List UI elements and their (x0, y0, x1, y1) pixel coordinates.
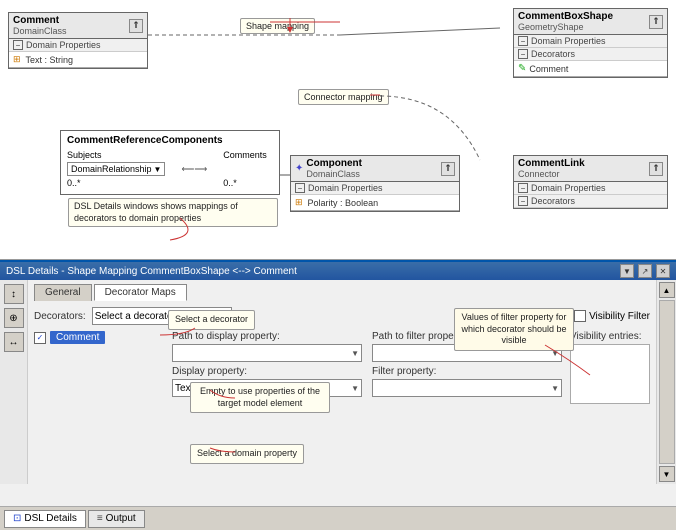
scroll-track[interactable] (659, 300, 675, 464)
bottom-tab-dsl[interactable]: ⊡ DSL Details (4, 510, 86, 528)
bottom-tab-output[interactable]: ≡ Output (88, 510, 145, 528)
dsl-main: General Decorator Maps Decorators: Selec… (28, 280, 656, 484)
diagram-area: Comment DomainClass ⇑ − Domain Propertie… (0, 0, 676, 260)
visibility-entries-box (570, 344, 650, 404)
dsl-panel-titlebar: DSL Details - Shape Mapping CommentBoxSh… (0, 262, 676, 280)
filter-prop-label: Filter property: (372, 366, 562, 377)
cl-title: CommentLink (518, 158, 585, 169)
ann-visibility-values: Values of filter property for which deco… (454, 308, 574, 351)
cl-subtitle: Connector (518, 169, 585, 179)
visibility-entries-section: Visibility entries: (570, 331, 650, 404)
text-prop-value: Text : String (26, 55, 74, 65)
dsl-details-annotation: DSL Details windows shows mappings of de… (68, 198, 278, 227)
sidebar-icon-2[interactable]: ⊕ (4, 308, 24, 328)
dsl-content: ↕ ⊕ ↔ General Decorator Maps Decorators:… (0, 280, 676, 484)
scroll-up-btn[interactable]: ▲ (659, 282, 675, 298)
commentboxshape-box: CommentBoxShape GeometryShape ⇑ − Domain… (513, 8, 668, 78)
polarity-text: Polarity : Boolean (308, 198, 379, 208)
component-box: ✦ Component DomainClass ⇑ − Domain Prope… (290, 155, 460, 212)
cbs-dec-collapse[interactable]: − (518, 49, 528, 59)
ann-empty-path: Empty to use properties of the target mo… (190, 382, 330, 413)
cbs-subtitle: GeometryShape (518, 22, 613, 32)
cl-dec-collapse[interactable]: − (518, 196, 528, 206)
comp-domain-collapse[interactable]: − (295, 183, 305, 193)
component-class-icon: ✦ (295, 163, 303, 174)
filter-prop-arrow: ▼ (551, 384, 559, 393)
ann-select-domain: Select a domain property (190, 444, 304, 464)
cbs-title: CommentBoxShape (518, 11, 613, 22)
sidebar-icon-1[interactable]: ↕ (4, 284, 24, 304)
comment-box: Comment DomainClass ⇑ − Domain Propertie… (8, 12, 148, 69)
domain-props-collapse[interactable]: − (13, 40, 23, 50)
panel-close-btn[interactable]: ✕ (656, 264, 670, 278)
comment-box-subtitle: DomainClass (13, 26, 67, 36)
path-display-dropdown[interactable]: ▼ (172, 344, 362, 362)
comment-box-title: Comment (13, 15, 67, 26)
cbs-expand-icon[interactable]: ⇑ (649, 15, 663, 29)
component-expand[interactable]: ⇑ (441, 162, 455, 176)
visibility-filter-label: Visibility Filter (589, 311, 650, 322)
component-subtitle: DomainClass (306, 169, 362, 179)
sidebar-icon-3[interactable]: ↔ (4, 332, 24, 352)
dsl-scrollbar: ▲ ▼ (656, 280, 676, 484)
polarity-icon: ⊞ (295, 197, 303, 208)
component-title: Component (306, 158, 362, 169)
scroll-down-btn[interactable]: ▼ (659, 466, 675, 482)
comment-tag: Comment (50, 331, 105, 344)
cbs-dec-label: Decorators (531, 49, 575, 59)
path-display-label: Path to display property: (172, 331, 362, 342)
visibility-filter-checkbox-row: Visibility Filter (574, 310, 650, 322)
cbs-domain-collapse[interactable]: − (518, 36, 528, 46)
panel-controls: ▼ ↗ ✕ (620, 264, 670, 278)
ref-title: CommentReferenceComponents (67, 135, 273, 146)
dsl-panel-title: DSL Details - Shape Mapping CommentBoxSh… (6, 266, 297, 277)
cl-domain-collapse[interactable]: − (518, 183, 528, 193)
decorators-label: Decorators: (34, 311, 86, 322)
dsl-icon: ⊡ (13, 513, 21, 524)
filter-prop-col: Filter property: ▼ (372, 366, 562, 397)
domain-props-label: Domain Properties (26, 40, 101, 50)
comment-checkbox[interactable]: ✓ (34, 332, 46, 344)
output-icon: ≡ (97, 513, 103, 524)
cl-dec-label: Decorators (531, 196, 575, 206)
panel-pin-btn[interactable]: ▼ (620, 264, 634, 278)
display-prop-label: Display property: (172, 366, 362, 377)
rel-dropdown-arrow[interactable]: ▼ (154, 165, 162, 174)
cbs-domain-label: Domain Properties (531, 36, 606, 46)
filter-prop-dropdown[interactable]: ▼ (372, 379, 562, 397)
tab-decorator-maps[interactable]: Decorator Maps (94, 284, 187, 301)
comments-label: Comments (223, 150, 267, 160)
comment-dec-text: Comment (529, 64, 568, 74)
dsl-panel-body: ↕ ⊕ ↔ General Decorator Maps Decorators:… (0, 280, 676, 484)
cl-expand[interactable]: ⇑ (649, 162, 663, 176)
mult2-text: 0..* (223, 178, 267, 188)
dsl-sidebar: ↕ ⊕ ↔ (0, 280, 28, 484)
comment-dec-icon: ✎ (518, 63, 526, 74)
cl-domain-label: Domain Properties (531, 183, 606, 193)
ref-components-box: CommentReferenceComponents Subjects Doma… (60, 130, 280, 195)
text-prop-icon: ⊞ (13, 54, 21, 65)
domain-rel-text: DomainRelationship (71, 164, 152, 174)
ann-select-decorator: Select a decorator (168, 310, 255, 330)
shape-mapping-annotation: Shape mapping (240, 18, 315, 34)
path-display-col: Path to display property: ▼ (172, 331, 362, 362)
comp-domain-label: Domain Properties (308, 183, 383, 193)
dsl-panel: DSL Details - Shape Mapping CommentBoxSh… (0, 260, 676, 506)
subjects-label: Subjects (67, 150, 165, 160)
visibility-filter-checkbox[interactable] (574, 310, 586, 322)
bottom-tabbar: ⊡ DSL Details ≡ Output (0, 506, 676, 530)
tab-bar: General Decorator Maps (34, 284, 650, 301)
commentlink-box: CommentLink Connector ⇑ − Domain Propert… (513, 155, 668, 209)
connector-mapping-annotation: Connector mapping (298, 89, 389, 105)
panel-autosize-btn[interactable]: ↗ (638, 264, 652, 278)
display-prop-arrow: ▼ (351, 384, 359, 393)
path-display-arrow: ▼ (351, 349, 359, 358)
visibility-entries-label: Visibility entries: (570, 331, 650, 342)
comment-expand-icon[interactable]: ⇑ (129, 19, 143, 33)
tab-general[interactable]: General (34, 284, 92, 301)
mult1-text: 0..* (67, 178, 165, 188)
